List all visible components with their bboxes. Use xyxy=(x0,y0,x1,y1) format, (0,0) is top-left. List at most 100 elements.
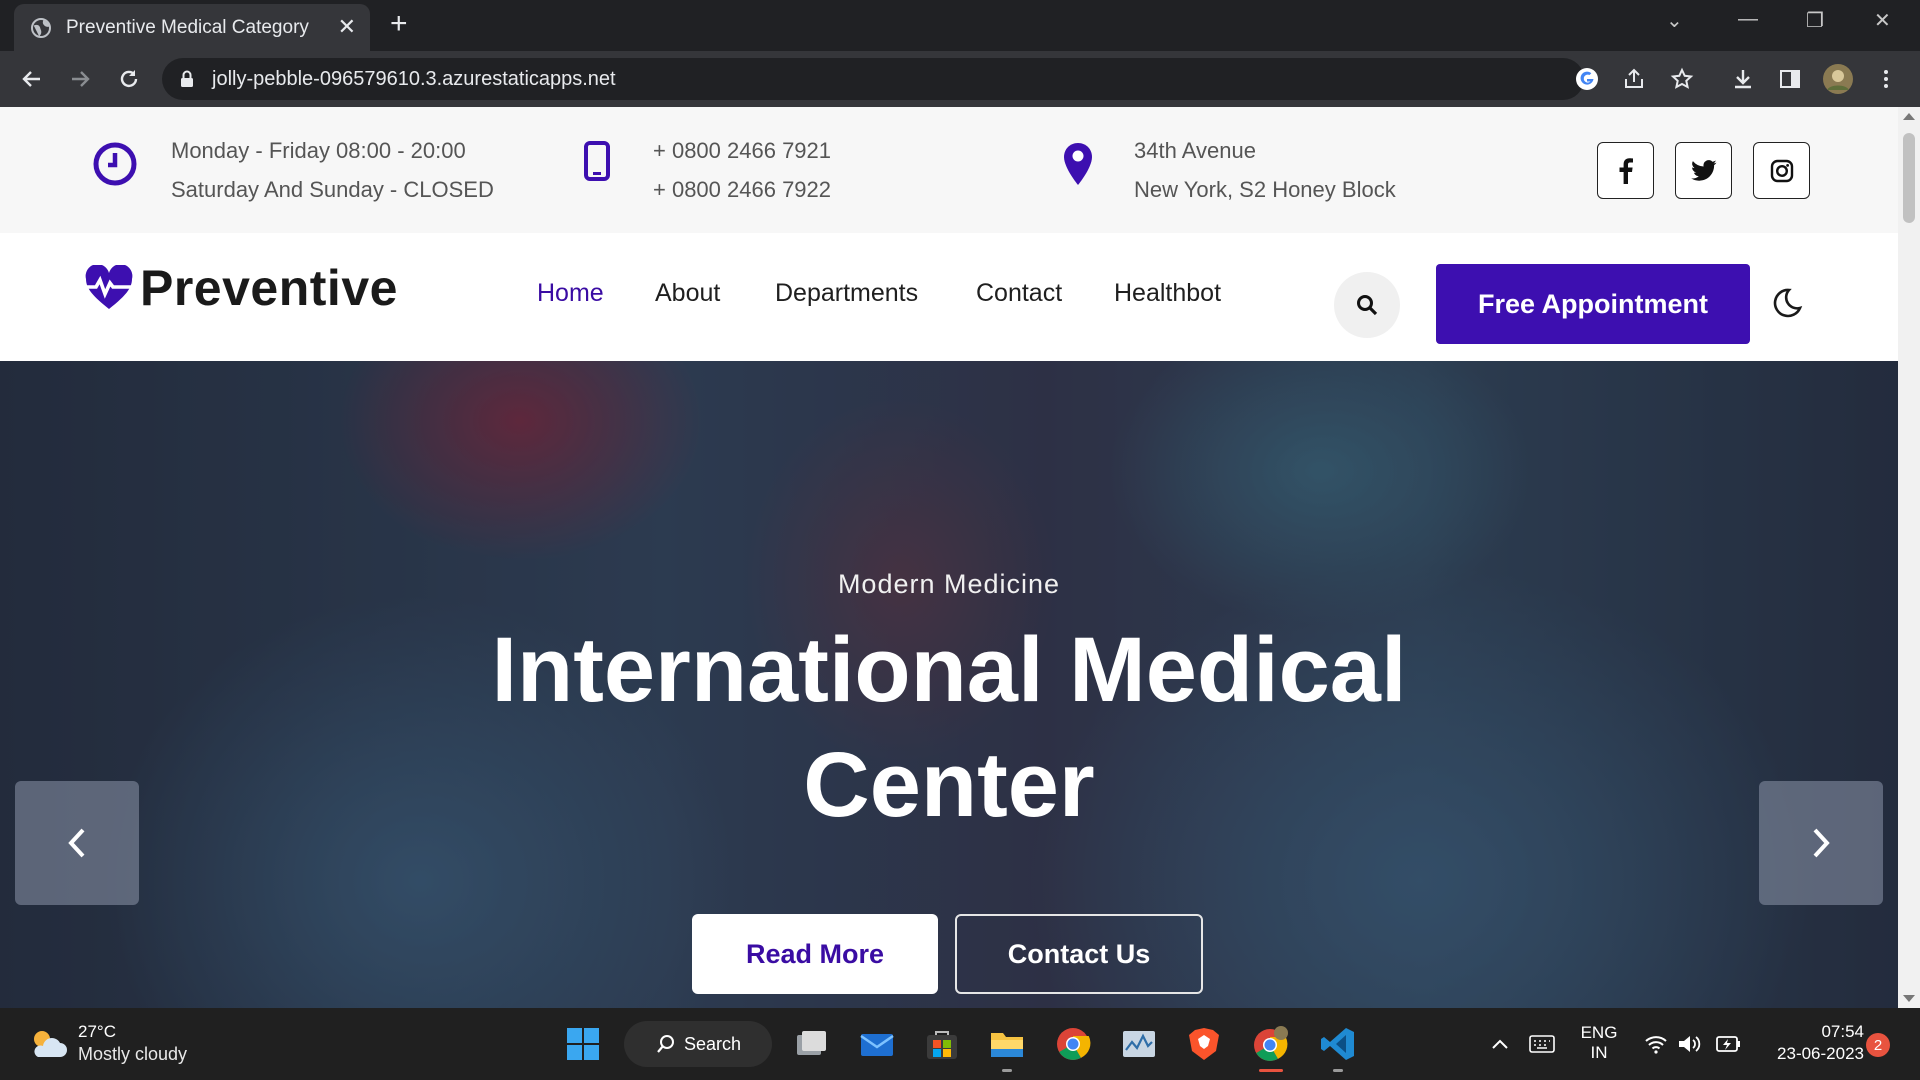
site-logo[interactable]: Preventive xyxy=(84,259,398,317)
nav-contact[interactable]: Contact xyxy=(976,279,1062,308)
address-street: 34th Avenue xyxy=(1134,138,1256,163)
menu-kebab-icon[interactable] xyxy=(1870,63,1902,95)
google-lens-icon[interactable] xyxy=(1571,63,1603,95)
location-pin-icon xyxy=(1064,143,1092,185)
browser-toolbar: jolly-pebble-096579610.3.azurestaticapps… xyxy=(0,51,1920,107)
slider-next-button[interactable] xyxy=(1759,781,1883,905)
vscode-running-indicator xyxy=(1333,1069,1343,1072)
free-appointment-button[interactable]: Free Appointment xyxy=(1436,264,1750,344)
search-button[interactable] xyxy=(1334,272,1400,338)
address-bar[interactable]: jolly-pebble-096579610.3.azurestaticapps… xyxy=(162,58,1584,100)
hours-weekday: Monday - Friday 08:00 - 20:00 xyxy=(171,138,466,163)
share-icon[interactable] xyxy=(1618,63,1650,95)
search-icon xyxy=(657,1035,674,1053)
phone-icon xyxy=(584,141,610,181)
vscode-app-icon[interactable] xyxy=(1316,1022,1360,1066)
bookmark-star-icon[interactable] xyxy=(1666,63,1698,95)
forward-button[interactable] xyxy=(64,63,96,95)
forward-arrow-icon xyxy=(72,71,90,87)
chevron-right-icon xyxy=(1813,828,1830,858)
facebook-button[interactable] xyxy=(1597,142,1654,199)
reload-icon xyxy=(120,70,138,88)
hero-subtitle: Modern Medicine xyxy=(837,569,1061,599)
tab-close-icon[interactable]: ✕ xyxy=(338,14,356,40)
new-tab-button[interactable]: + xyxy=(390,9,408,39)
read-more-button[interactable]: Read More xyxy=(692,914,938,994)
activity-monitor-icon[interactable] xyxy=(1117,1022,1161,1066)
clock-widget[interactable]: 07:54 23-06-2023 xyxy=(1760,1022,1864,1064)
file-explorer-running-indicator xyxy=(1002,1069,1012,1072)
twitter-button[interactable] xyxy=(1675,142,1732,199)
hours-weekend: Saturday And Sunday - CLOSED xyxy=(171,177,494,202)
heart-pulse-icon xyxy=(84,265,134,309)
mail-app-icon[interactable] xyxy=(855,1022,899,1066)
back-button[interactable] xyxy=(16,63,48,95)
brave-browser-icon[interactable] xyxy=(1182,1022,1226,1066)
page-scrollbar[interactable] xyxy=(1898,107,1920,1008)
restore-button[interactable]: ❐ xyxy=(1806,8,1824,33)
weather-description: Mostly cloudy xyxy=(78,1044,188,1064)
lock-icon[interactable] xyxy=(180,70,194,88)
clock-date: 23-06-2023 xyxy=(1777,1044,1864,1063)
start-button[interactable] xyxy=(561,1022,605,1066)
battery-charging-icon[interactable] xyxy=(1705,1022,1749,1066)
chrome-app-icon[interactable] xyxy=(1051,1022,1095,1066)
nav-healthbot[interactable]: Healthbot xyxy=(1114,279,1221,308)
phone-number-1[interactable]: + 0800 2466 7921 xyxy=(653,131,831,170)
profile-avatar[interactable] xyxy=(1822,63,1854,95)
weather-widget[interactable]: 27°C Mostly cloudy xyxy=(28,1022,187,1065)
keyboard-icon[interactable] xyxy=(1520,1022,1564,1066)
logo-text: Preventive xyxy=(140,260,398,316)
weather-temperature: 27°C xyxy=(78,1022,116,1041)
tab-search-icon[interactable]: ⌄ xyxy=(1666,8,1683,33)
show-hidden-icons-chevron-up-icon[interactable] xyxy=(1478,1022,1522,1066)
task-view-icon[interactable] xyxy=(789,1022,833,1066)
nav-departments[interactable]: Departments xyxy=(775,279,918,308)
facebook-icon xyxy=(1619,157,1633,184)
contact-topbar: Monday - Friday 08:00 - 20:00 Saturday A… xyxy=(0,107,1898,233)
taskbar-search[interactable]: Search xyxy=(624,1021,772,1067)
clock-time: 07:54 xyxy=(1821,1022,1864,1041)
dark-mode-moon-icon[interactable] xyxy=(1771,287,1803,319)
phone-info: + 0800 2466 7921 + 0800 2466 7922 xyxy=(567,131,831,209)
address-info: 34th Avenue New York, S2 Honey Block xyxy=(1048,131,1396,209)
chrome-active-indicator xyxy=(1259,1069,1283,1072)
slider-prev-button[interactable] xyxy=(15,781,139,905)
search-icon xyxy=(1357,295,1378,316)
taskbar-search-label: Search xyxy=(684,1033,742,1054)
scrollbar-thumb[interactable] xyxy=(1903,133,1915,223)
chevron-left-icon xyxy=(68,828,85,858)
cloudy-weather-icon xyxy=(34,1030,67,1057)
chrome-profile-app-icon[interactable] xyxy=(1249,1022,1293,1066)
browser-tab[interactable]: Preventive Medical Category ✕ xyxy=(14,4,370,51)
hero-title-line-2: Center xyxy=(803,734,1095,836)
hours-info: Monday - Friday 08:00 - 20:00 Saturday A… xyxy=(85,131,494,209)
scroll-up-arrow-icon[interactable] xyxy=(1903,113,1915,120)
nav-about[interactable]: About xyxy=(655,279,720,308)
twitter-icon xyxy=(1690,159,1716,181)
language-indicator[interactable]: ENG IN xyxy=(1580,1023,1618,1063)
minimize-button[interactable]: — xyxy=(1738,8,1758,31)
tab-title: Preventive Medical Category xyxy=(66,17,309,38)
globe-icon xyxy=(31,18,51,38)
nav-home[interactable]: Home xyxy=(537,279,604,308)
reload-button[interactable] xyxy=(113,63,145,95)
hero-title-line-1: International Medical xyxy=(491,619,1407,721)
side-panel-icon[interactable] xyxy=(1774,63,1806,95)
contact-us-button[interactable]: Contact Us xyxy=(955,914,1203,994)
instagram-button[interactable] xyxy=(1753,142,1810,199)
download-icon[interactable] xyxy=(1727,63,1759,95)
window-close-button[interactable]: ✕ xyxy=(1874,8,1891,33)
region-code: IN xyxy=(1590,1043,1608,1062)
notification-badge[interactable]: 2 xyxy=(1866,1033,1890,1057)
microsoft-store-icon[interactable] xyxy=(920,1022,964,1066)
scroll-down-arrow-icon[interactable] xyxy=(1903,995,1915,1002)
phone-number-2[interactable]: + 0800 2466 7922 xyxy=(653,170,831,209)
web-page: Monday - Friday 08:00 - 20:00 Saturday A… xyxy=(0,107,1898,1008)
language-code: ENG xyxy=(1580,1023,1618,1042)
clock-icon xyxy=(93,142,137,186)
url-text[interactable]: jolly-pebble-096579610.3.azurestaticapps… xyxy=(212,68,616,91)
windows-logo-icon xyxy=(567,1028,599,1060)
main-navbar: Preventive Home About Departments Contac… xyxy=(0,233,1898,361)
file-explorer-icon[interactable] xyxy=(985,1022,1029,1066)
